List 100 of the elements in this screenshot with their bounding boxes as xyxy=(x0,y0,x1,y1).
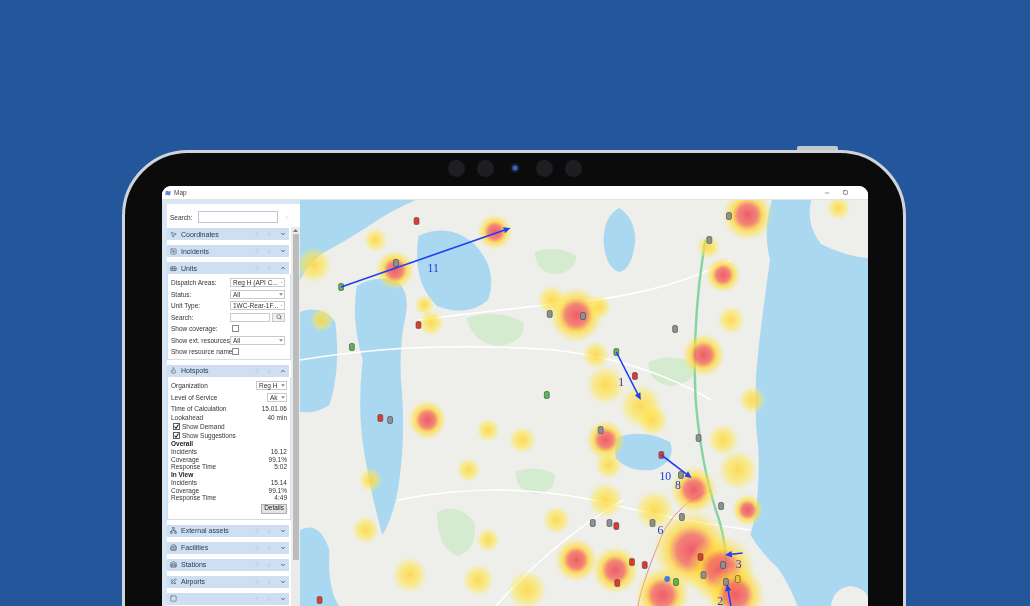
network-icon xyxy=(170,527,177,534)
search-button[interactable] xyxy=(272,312,285,322)
vehicle-marker[interactable] xyxy=(580,312,586,320)
vehicle-marker[interactable] xyxy=(706,236,713,244)
route-number: 10 xyxy=(659,468,672,484)
heat-spot xyxy=(508,426,536,454)
vehicle-marker[interactable] xyxy=(544,391,550,399)
search-field[interactable] xyxy=(198,211,278,223)
vehicle-marker[interactable] xyxy=(590,519,596,527)
vehicle-marker[interactable] xyxy=(377,414,384,422)
vehicle-marker[interactable] xyxy=(338,283,344,291)
vehicle-marker[interactable] xyxy=(723,578,729,586)
search-icon xyxy=(275,314,282,321)
vehicle-marker[interactable] xyxy=(606,519,613,527)
heat-spot xyxy=(309,308,334,332)
chevron-up-icon[interactable] xyxy=(280,265,286,271)
bus-icon xyxy=(170,264,177,272)
vehicle-marker[interactable] xyxy=(393,259,399,267)
vehicle-marker[interactable] xyxy=(735,575,741,583)
maximize-icon[interactable] xyxy=(843,190,848,195)
cursor-icon xyxy=(170,230,177,238)
vehicle-marker[interactable] xyxy=(678,471,684,479)
map-icon xyxy=(165,189,171,196)
chevron-down-icon[interactable] xyxy=(280,544,286,551)
caret-icon xyxy=(280,384,285,387)
vehicle-marker[interactable] xyxy=(649,519,656,527)
route-number: 1 xyxy=(618,374,625,390)
vehicle-marker[interactable] xyxy=(413,217,420,225)
plane-icon xyxy=(170,578,177,585)
chevron-up-icon[interactable] xyxy=(280,367,286,374)
heat-spot xyxy=(351,516,380,544)
route-arrow xyxy=(660,454,692,478)
vehicle-marker[interactable] xyxy=(597,426,604,434)
vehicle-marker[interactable] xyxy=(700,571,707,579)
heat-spot xyxy=(407,400,447,440)
vehicle-marker[interactable] xyxy=(718,502,724,510)
vehicle-marker[interactable] xyxy=(614,579,621,587)
route-number: 6 xyxy=(657,522,664,538)
heat-spot xyxy=(587,482,624,518)
vehicle-marker[interactable] xyxy=(658,451,665,459)
route-arrow xyxy=(615,351,641,400)
vehicle-marker[interactable] xyxy=(679,513,685,521)
chevron-down-icon[interactable] xyxy=(280,527,286,534)
heat-spot xyxy=(462,564,494,596)
heat-spot xyxy=(476,418,500,442)
caret-icon xyxy=(278,292,283,296)
vehicle-marker[interactable] xyxy=(695,434,702,442)
route-arrow xyxy=(725,584,732,606)
chevron-down-icon[interactable] xyxy=(280,248,286,254)
vehicle-marker[interactable] xyxy=(641,561,648,569)
chevron-down-icon[interactable] xyxy=(280,231,286,237)
vehicle-marker[interactable] xyxy=(613,522,620,530)
input-field[interactable] xyxy=(230,312,270,322)
scroll-up-icon[interactable] xyxy=(293,229,298,232)
vehicle-marker[interactable] xyxy=(316,596,323,604)
scrollbar-thumb[interactable] xyxy=(292,234,299,560)
caret-icon xyxy=(281,304,283,308)
chart-icon xyxy=(170,247,177,255)
warehouse-icon xyxy=(170,561,177,568)
route-number: 8 xyxy=(675,477,681,493)
heat-spot xyxy=(718,450,758,490)
vehicle-marker[interactable] xyxy=(547,310,553,318)
checkbox[interactable] xyxy=(232,348,239,356)
vehicle-marker[interactable] xyxy=(697,553,704,561)
heat-spot xyxy=(554,538,598,582)
vehicle-marker[interactable] xyxy=(387,416,393,424)
vehicle-marker[interactable] xyxy=(632,372,638,380)
vehicle-marker[interactable] xyxy=(629,558,635,566)
chevron-down-icon[interactable] xyxy=(280,578,286,585)
minimize-icon[interactable] xyxy=(824,189,830,196)
caret-icon xyxy=(280,396,285,399)
heat-spot xyxy=(477,214,513,250)
caret-icon xyxy=(280,281,283,285)
vehicle-marker[interactable] xyxy=(726,212,732,220)
chevron-down-icon[interactable] xyxy=(280,595,286,602)
checkbox[interactable] xyxy=(232,325,239,333)
vehicle-marker[interactable] xyxy=(613,348,620,356)
scrollbar[interactable] xyxy=(291,227,300,606)
heat-spot xyxy=(591,546,639,594)
checkbox[interactable] xyxy=(173,422,180,430)
chevron-down-icon[interactable] xyxy=(280,561,286,568)
section-header[interactable] xyxy=(167,592,289,605)
heat-spot xyxy=(358,468,383,492)
heat-spot xyxy=(738,386,767,414)
heat-spot xyxy=(300,247,332,283)
heat-spot xyxy=(594,451,623,479)
location-dot xyxy=(664,576,671,582)
route-number: 11 xyxy=(427,260,439,276)
building-icon xyxy=(170,544,177,551)
vehicle-marker[interactable] xyxy=(349,343,355,351)
vehicle-marker[interactable] xyxy=(415,321,422,329)
heat-spot xyxy=(392,557,428,593)
vehicle-marker[interactable] xyxy=(720,561,726,569)
caret-icon xyxy=(278,338,283,342)
heat-spot xyxy=(636,404,669,436)
vehicle-marker[interactable] xyxy=(672,325,678,333)
checkbox[interactable] xyxy=(173,431,180,439)
route-arrow xyxy=(725,551,744,558)
vehicle-marker[interactable] xyxy=(673,578,679,586)
heat-spot xyxy=(542,506,571,534)
